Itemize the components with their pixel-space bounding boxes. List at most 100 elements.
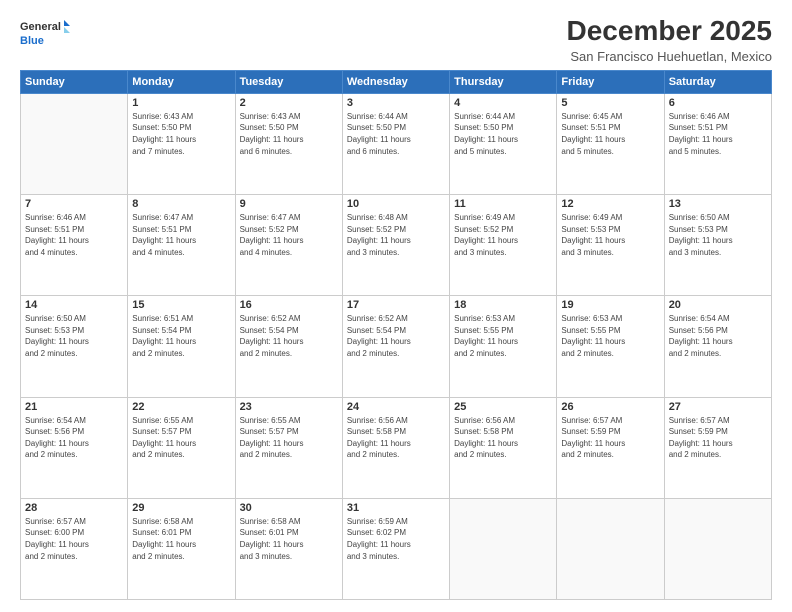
title-section: December 2025 San Francisco Huehuetlan, … bbox=[567, 16, 772, 64]
calendar-cell: 14 Sunrise: 6:50 AM Sunset: 5:53 PM Dayli… bbox=[21, 296, 128, 397]
logo-svg: General Blue bbox=[20, 16, 70, 52]
calendar-cell: 5Sunrise: 6:45 AM Sunset: 5:51 PM Daylig… bbox=[557, 93, 664, 194]
calendar-cell: 17 Sunrise: 6:52 AM Sunset: 5:54 PM Dayli… bbox=[342, 296, 449, 397]
day-info: Sunrise: 6:52 AM Sunset: 5:54 PM Dayligh… bbox=[347, 313, 445, 359]
day-number: 9 bbox=[240, 198, 338, 210]
calendar-cell: 25 Sunrise: 6:56 AM Sunset: 5:58 PM Dayli… bbox=[450, 397, 557, 498]
day-number: 27 bbox=[669, 401, 767, 413]
day-number: 8 bbox=[132, 198, 230, 210]
calendar-cell bbox=[21, 93, 128, 194]
calendar-cell: 11 Sunrise: 6:49 AM Sunset: 5:52 PM Dayli… bbox=[450, 195, 557, 296]
day-info: Sunrise: 6:58 AM Sunset: 6:01 PM Dayligh… bbox=[132, 516, 230, 562]
calendar-table: Sunday Monday Tuesday Wednesday Thursday… bbox=[20, 70, 772, 600]
day-info: Sunrise: 6:46 AM Sunset: 5:51 PM Dayligh… bbox=[669, 111, 767, 157]
calendar-cell: 10Sunrise: 6:48 AM Sunset: 5:52 PM Dayli… bbox=[342, 195, 449, 296]
week-row-3: 14 Sunrise: 6:50 AM Sunset: 5:53 PM Dayli… bbox=[21, 296, 772, 397]
day-info: Sunrise: 6:58 AM Sunset: 6:01 PM Dayligh… bbox=[240, 516, 338, 562]
calendar-cell: 2 Sunrise: 6:43 AM Sunset: 5:50 PM Daylig… bbox=[235, 93, 342, 194]
calendar-cell: 12 Sunrise: 6:49 AM Sunset: 5:53 PM Dayli… bbox=[557, 195, 664, 296]
day-info: Sunrise: 6:53 AM Sunset: 5:55 PM Dayligh… bbox=[454, 313, 552, 359]
day-number: 28 bbox=[25, 502, 123, 514]
header: General Blue December 2025 San Francisco… bbox=[20, 16, 772, 64]
month-title: December 2025 bbox=[567, 16, 772, 47]
calendar-cell: 13 Sunrise: 6:50 AM Sunset: 5:53 PM Dayli… bbox=[664, 195, 771, 296]
header-thursday: Thursday bbox=[450, 70, 557, 93]
weekday-header-row: Sunday Monday Tuesday Wednesday Thursday… bbox=[21, 70, 772, 93]
day-number: 12 bbox=[561, 198, 659, 210]
calendar-cell: 9 Sunrise: 6:47 AM Sunset: 5:52 PM Daylig… bbox=[235, 195, 342, 296]
day-info: Sunrise: 6:55 AM Sunset: 5:57 PM Dayligh… bbox=[132, 415, 230, 461]
day-info: Sunrise: 6:43 AM Sunset: 5:50 PM Dayligh… bbox=[132, 111, 230, 157]
header-wednesday: Wednesday bbox=[342, 70, 449, 93]
calendar-cell: 18 Sunrise: 6:53 AM Sunset: 5:55 PM Dayli… bbox=[450, 296, 557, 397]
day-number: 18 bbox=[454, 299, 552, 311]
calendar-cell: 21 Sunrise: 6:54 AM Sunset: 5:56 PM Dayli… bbox=[21, 397, 128, 498]
header-sunday: Sunday bbox=[21, 70, 128, 93]
day-info: Sunrise: 6:53 AM Sunset: 5:55 PM Dayligh… bbox=[561, 313, 659, 359]
day-info: Sunrise: 6:59 AM Sunset: 6:02 PM Dayligh… bbox=[347, 516, 445, 562]
svg-text:General: General bbox=[20, 21, 61, 33]
header-saturday: Saturday bbox=[664, 70, 771, 93]
week-row-5: 28 Sunrise: 6:57 AM Sunset: 6:00 PM Dayli… bbox=[21, 498, 772, 599]
day-number: 17 bbox=[347, 299, 445, 311]
day-number: 30 bbox=[240, 502, 338, 514]
day-info: Sunrise: 6:56 AM Sunset: 5:58 PM Dayligh… bbox=[347, 415, 445, 461]
day-info: Sunrise: 6:57 AM Sunset: 5:59 PM Dayligh… bbox=[561, 415, 659, 461]
page: General Blue December 2025 San Francisco… bbox=[0, 0, 792, 612]
day-number: 29 bbox=[132, 502, 230, 514]
day-info: Sunrise: 6:46 AM Sunset: 5:51 PM Dayligh… bbox=[25, 212, 123, 258]
header-monday: Monday bbox=[128, 70, 235, 93]
day-info: Sunrise: 6:57 AM Sunset: 6:00 PM Dayligh… bbox=[25, 516, 123, 562]
day-number: 20 bbox=[669, 299, 767, 311]
day-info: Sunrise: 6:44 AM Sunset: 5:50 PM Dayligh… bbox=[347, 111, 445, 157]
day-number: 2 bbox=[240, 97, 338, 109]
day-number: 24 bbox=[347, 401, 445, 413]
day-info: Sunrise: 6:49 AM Sunset: 5:53 PM Dayligh… bbox=[561, 212, 659, 258]
day-number: 4 bbox=[454, 97, 552, 109]
header-friday: Friday bbox=[557, 70, 664, 93]
day-info: Sunrise: 6:44 AM Sunset: 5:50 PM Dayligh… bbox=[454, 111, 552, 157]
day-number: 31 bbox=[347, 502, 445, 514]
day-number: 22 bbox=[132, 401, 230, 413]
day-number: 11 bbox=[454, 198, 552, 210]
calendar-cell bbox=[557, 498, 664, 599]
day-info: Sunrise: 6:47 AM Sunset: 5:52 PM Dayligh… bbox=[240, 212, 338, 258]
day-info: Sunrise: 6:57 AM Sunset: 5:59 PM Dayligh… bbox=[669, 415, 767, 461]
day-info: Sunrise: 6:56 AM Sunset: 5:58 PM Dayligh… bbox=[454, 415, 552, 461]
day-info: Sunrise: 6:55 AM Sunset: 5:57 PM Dayligh… bbox=[240, 415, 338, 461]
calendar-cell: 15Sunrise: 6:51 AM Sunset: 5:54 PM Dayli… bbox=[128, 296, 235, 397]
day-number: 15 bbox=[132, 299, 230, 311]
day-info: Sunrise: 6:50 AM Sunset: 5:53 PM Dayligh… bbox=[669, 212, 767, 258]
day-info: Sunrise: 6:54 AM Sunset: 5:56 PM Dayligh… bbox=[25, 415, 123, 461]
day-info: Sunrise: 6:47 AM Sunset: 5:51 PM Dayligh… bbox=[132, 212, 230, 258]
week-row-1: 1 Sunrise: 6:43 AM Sunset: 5:50 PM Daylig… bbox=[21, 93, 772, 194]
day-number: 25 bbox=[454, 401, 552, 413]
day-number: 1 bbox=[132, 97, 230, 109]
location: San Francisco Huehuetlan, Mexico bbox=[567, 49, 772, 64]
calendar-cell: 22 Sunrise: 6:55 AM Sunset: 5:57 PM Dayli… bbox=[128, 397, 235, 498]
day-info: Sunrise: 6:52 AM Sunset: 5:54 PM Dayligh… bbox=[240, 313, 338, 359]
calendar-cell: 31 Sunrise: 6:59 AM Sunset: 6:02 PM Dayli… bbox=[342, 498, 449, 599]
day-number: 14 bbox=[25, 299, 123, 311]
day-number: 7 bbox=[25, 198, 123, 210]
day-number: 21 bbox=[25, 401, 123, 413]
header-tuesday: Tuesday bbox=[235, 70, 342, 93]
day-info: Sunrise: 6:48 AM Sunset: 5:52 PM Dayligh… bbox=[347, 212, 445, 258]
day-info: Sunrise: 6:49 AM Sunset: 5:52 PM Dayligh… bbox=[454, 212, 552, 258]
week-row-2: 7 Sunrise: 6:46 AM Sunset: 5:51 PM Daylig… bbox=[21, 195, 772, 296]
calendar-cell: 4 Sunrise: 6:44 AM Sunset: 5:50 PM Daylig… bbox=[450, 93, 557, 194]
calendar-cell: 1 Sunrise: 6:43 AM Sunset: 5:50 PM Daylig… bbox=[128, 93, 235, 194]
logo: General Blue bbox=[20, 16, 70, 52]
calendar-cell: 27 Sunrise: 6:57 AM Sunset: 5:59 PM Dayli… bbox=[664, 397, 771, 498]
calendar-cell: 29 Sunrise: 6:58 AM Sunset: 6:01 PM Dayli… bbox=[128, 498, 235, 599]
day-number: 6 bbox=[669, 97, 767, 109]
day-info: Sunrise: 6:54 AM Sunset: 5:56 PM Dayligh… bbox=[669, 313, 767, 359]
calendar-cell: 16Sunrise: 6:52 AM Sunset: 5:54 PM Dayli… bbox=[235, 296, 342, 397]
day-number: 13 bbox=[669, 198, 767, 210]
calendar-cell bbox=[450, 498, 557, 599]
day-info: Sunrise: 6:50 AM Sunset: 5:53 PM Dayligh… bbox=[25, 313, 123, 359]
calendar-cell: 19Sunrise: 6:53 AM Sunset: 5:55 PM Dayli… bbox=[557, 296, 664, 397]
calendar-cell: 24 Sunrise: 6:56 AM Sunset: 5:58 PM Dayli… bbox=[342, 397, 449, 498]
day-number: 23 bbox=[240, 401, 338, 413]
day-info: Sunrise: 6:43 AM Sunset: 5:50 PM Dayligh… bbox=[240, 111, 338, 157]
